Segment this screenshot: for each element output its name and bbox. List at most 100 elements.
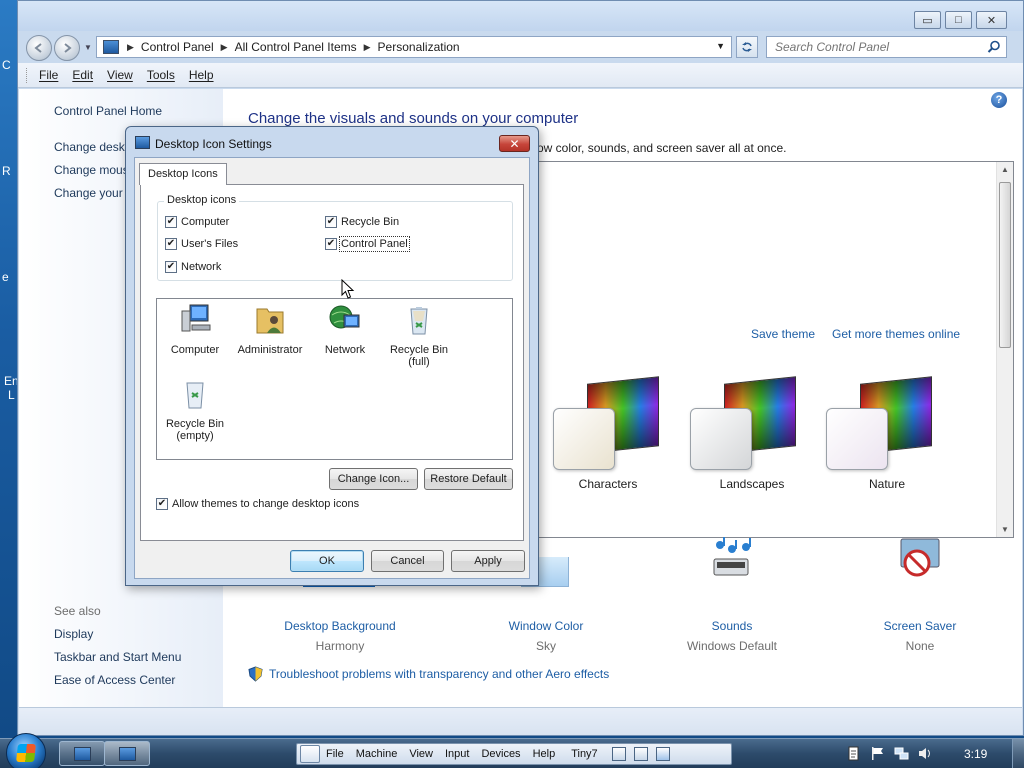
show-desktop-button[interactable] — [1012, 739, 1024, 768]
document-icon[interactable] — [846, 746, 861, 761]
close-button[interactable]: ✕ — [976, 11, 1007, 29]
desktop-icon-label[interactable]: e — [2, 270, 9, 284]
get-more-themes-link[interactable]: Get more themes online — [832, 327, 960, 341]
tab-desktop-icons[interactable]: Desktop Icons — [139, 163, 227, 185]
back-button[interactable] — [26, 35, 52, 61]
checkbox-label[interactable]: Control Panel — [339, 236, 410, 252]
sounds-label[interactable]: Sounds — [657, 619, 807, 633]
restore-default-button[interactable]: Restore Default — [424, 468, 513, 490]
theme-tile[interactable]: Landscapes — [690, 376, 820, 491]
desktop-background-label[interactable]: Desktop Background — [265, 619, 415, 633]
minimize-button[interactable]: ▭ — [914, 11, 941, 29]
window-titlebar[interactable]: ▭ □ ✕ — [18, 1, 1023, 31]
menu-file[interactable]: File — [39, 68, 58, 82]
flag-icon[interactable] — [870, 746, 885, 761]
list-item[interactable]: Network — [310, 303, 380, 356]
window-color-label[interactable]: Window Color — [471, 619, 621, 633]
vm-menu-devices[interactable]: Devices — [481, 748, 520, 760]
address-bar[interactable]: ▶ Control Panel ▶ All Control Panel Item… — [96, 36, 732, 58]
desktop-icon-label[interactable]: R — [2, 164, 11, 178]
breadcrumb-all-items[interactable]: All Control Panel Items — [235, 40, 357, 54]
desktop-icon-label[interactable]: L — [8, 388, 15, 402]
vm-window-icon[interactable] — [611, 747, 626, 761]
see-also-ease-of-access-link[interactable]: Ease of Access Center — [54, 673, 175, 687]
menu-view[interactable]: View — [107, 68, 133, 82]
save-theme-link[interactable]: Save theme — [751, 327, 815, 341]
list-item[interactable]: Recycle Bin (empty) — [160, 377, 230, 442]
checkbox-box[interactable]: ✔ — [165, 216, 177, 228]
troubleshoot-link[interactable]: Troubleshoot problems with transparency … — [269, 667, 609, 681]
list-item[interactable]: Administrator — [235, 303, 305, 356]
list-item[interactable]: Computer — [160, 303, 230, 356]
checkbox-box[interactable]: ✔ — [165, 238, 177, 250]
clock[interactable]: 3:19 — [964, 747, 987, 761]
vm-menu-machine[interactable]: Machine — [356, 748, 398, 760]
checkbox-box[interactable]: ✔ — [165, 261, 177, 273]
icon-list[interactable]: Computer Administrator Network Recycle B… — [156, 298, 513, 460]
scrollbar-thumb[interactable] — [999, 182, 1011, 348]
chevron-right-icon[interactable]: ▶ — [221, 42, 228, 53]
see-also-taskbar-link[interactable]: Taskbar and Start Menu — [54, 650, 181, 664]
taskbar-explorer-button[interactable] — [59, 741, 105, 766]
vm-menu-file[interactable]: File — [326, 748, 344, 760]
checkbox-users-files[interactable]: ✔ User's Files — [165, 238, 238, 250]
see-also-display-link[interactable]: Display — [54, 627, 93, 641]
cancel-button[interactable]: Cancel — [371, 550, 444, 572]
dialog-close-button[interactable]: ✕ — [499, 135, 530, 152]
search-icon[interactable] — [987, 40, 1001, 54]
apply-button[interactable]: Apply — [451, 550, 525, 572]
task-link[interactable]: Change mous — [54, 163, 129, 177]
refresh-button[interactable] — [736, 36, 758, 58]
search-box[interactable] — [766, 36, 1007, 58]
checkbox-recycle-bin[interactable]: ✔ Recycle Bin — [325, 216, 399, 228]
vm-tool-icon[interactable] — [300, 745, 320, 763]
vm-menu-input[interactable]: Input — [445, 748, 469, 760]
vm-display-icon[interactable] — [633, 747, 648, 761]
sounds-item[interactable]: Sounds Windows Default — [657, 537, 807, 657]
checkbox-allow-themes[interactable]: ✔ Allow themes to change desktop icons — [156, 498, 359, 510]
scroll-down-icon[interactable]: ▼ — [1001, 525, 1009, 534]
checkbox-box[interactable]: ✔ — [325, 238, 337, 250]
search-input[interactable] — [767, 37, 977, 57]
theme-tile[interactable]: Characters — [553, 376, 683, 491]
screen-saver-label[interactable]: Screen Saver — [845, 619, 995, 633]
checkbox-label[interactable]: Network — [181, 261, 221, 273]
volume-icon[interactable] — [918, 746, 933, 761]
screen-saver-item[interactable]: Screen Saver None — [845, 538, 995, 657]
breadcrumb-personalization[interactable]: Personalization — [378, 40, 460, 54]
network-tray-icon[interactable] — [894, 746, 909, 761]
desktop-icon-label[interactable]: C — [2, 58, 11, 72]
troubleshoot-link-row[interactable]: Troubleshoot problems with transparency … — [248, 666, 609, 682]
checkbox-label[interactable]: Recycle Bin — [341, 216, 399, 228]
vm-menu-help[interactable]: Help — [533, 748, 556, 760]
forward-button[interactable] — [54, 35, 80, 61]
ok-button[interactable]: OK — [290, 550, 364, 572]
chevron-right-icon[interactable]: ▶ — [364, 42, 371, 53]
maximize-button[interactable]: □ — [945, 11, 972, 29]
task-link[interactable]: Change deskt — [54, 140, 128, 154]
vm-settings-icon[interactable] — [655, 747, 670, 761]
chevron-right-icon[interactable]: ▶ — [127, 42, 134, 53]
dialog-titlebar[interactable]: Desktop Icon Settings ✕ — [126, 127, 538, 157]
menu-help[interactable]: Help — [189, 68, 214, 82]
scroll-up-icon[interactable]: ▲ — [1001, 165, 1009, 174]
taskbar-control-panel-button[interactable] — [104, 741, 150, 766]
theme-tile[interactable]: Nature — [826, 376, 956, 491]
checkbox-computer[interactable]: ✔ Computer — [165, 216, 229, 228]
vm-menu-view[interactable]: View — [409, 748, 433, 760]
change-icon-button[interactable]: Change Icon... — [329, 468, 418, 490]
checkbox-control-panel[interactable]: ✔ Control Panel — [325, 236, 410, 252]
menu-edit[interactable]: Edit — [72, 68, 93, 82]
checkbox-network[interactable]: ✔ Network — [165, 261, 221, 273]
help-icon[interactable]: ? — [991, 92, 1007, 108]
checkbox-label[interactable]: Computer — [181, 216, 229, 228]
list-item[interactable]: Recycle Bin (full) — [384, 303, 454, 368]
recent-pages-dropdown-icon[interactable]: ▼ — [84, 43, 92, 52]
address-dropdown-icon[interactable]: ▼ — [716, 41, 725, 51]
breadcrumb-control-panel[interactable]: Control Panel — [141, 40, 214, 54]
task-link[interactable]: Change your — [54, 186, 123, 200]
checkbox-box[interactable]: ✔ — [156, 498, 168, 510]
control-panel-home-link[interactable]: Control Panel Home — [54, 104, 162, 118]
checkbox-box[interactable]: ✔ — [325, 216, 337, 228]
menu-tools[interactable]: Tools — [147, 68, 175, 82]
